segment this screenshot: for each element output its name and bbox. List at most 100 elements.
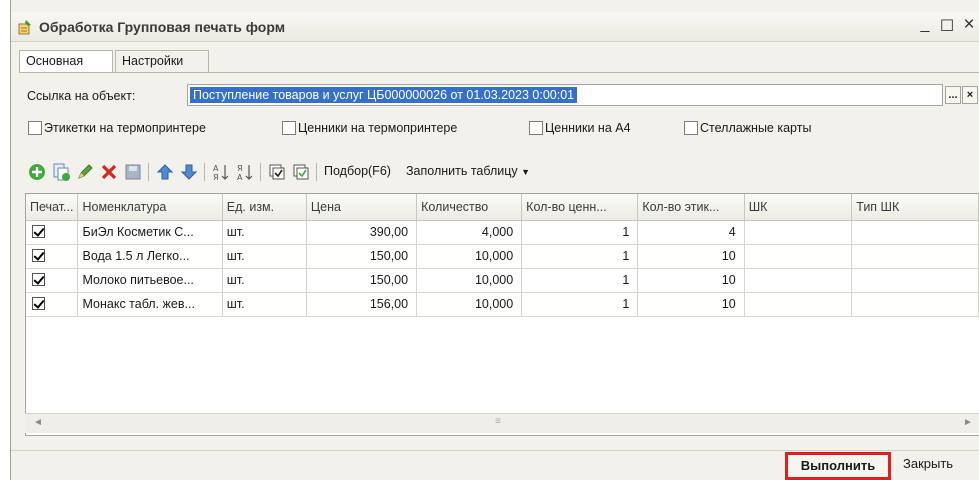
select-object-button[interactable]: ... xyxy=(945,86,961,104)
cell-price[interactable]: 150,00 xyxy=(306,268,418,293)
cell-labels[interactable]: 4 xyxy=(637,220,745,245)
select-all-icon[interactable] xyxy=(267,162,287,182)
object-link-label: Ссылка на объект: xyxy=(27,89,136,103)
copy-icon[interactable] xyxy=(51,162,71,182)
move-up-icon[interactable] xyxy=(155,162,175,182)
cell-price[interactable]: 150,00 xyxy=(306,244,418,269)
svg-text:Я: Я xyxy=(213,173,219,182)
tab-main[interactable]: Основная xyxy=(19,50,113,73)
print-checkbox[interactable] xyxy=(32,273,45,286)
scroll-right-icon[interactable]: ► xyxy=(963,417,973,428)
cell-nomenclature[interactable]: БиЭл Косметик С... xyxy=(77,220,223,245)
sort-asc-icon[interactable]: A Я xyxy=(211,162,231,182)
cell-quantity[interactable]: 4,000 xyxy=(416,220,523,245)
save-icon[interactable] xyxy=(123,162,143,182)
clear-object-button[interactable]: × xyxy=(962,86,978,104)
toolbar-separator xyxy=(316,163,317,181)
sort-desc-icon[interactable]: Я A xyxy=(235,162,255,182)
cell-price[interactable]: 156,00 xyxy=(306,292,418,317)
cell-nomenclature[interactable]: Вода 1.5 л Легко... xyxy=(77,244,223,269)
title-bar: Обработка Групповая печать форм _ ☐ × xyxy=(11,12,979,42)
cell-unit[interactable]: шт. xyxy=(222,244,307,269)
object-link-value: Поступление товаров и услуг ЦБ000000026 … xyxy=(190,87,578,103)
option-a4-price-tags[interactable]: Ценники на А4 xyxy=(529,121,631,139)
cell-price-tags[interactable]: 1 xyxy=(521,244,639,269)
table-row[interactable]: БиЭл Косметик С... шт. 390,00 4,000 1 4 xyxy=(26,220,979,245)
print-checkbox[interactable] xyxy=(32,225,45,238)
column-header-price-tags[interactable]: Кол-во ценн... xyxy=(521,194,639,221)
option-thermo-labels[interactable]: Этикетки на термопринтере xyxy=(28,121,206,139)
fill-table-button[interactable]: Заполнить таблицу ▼ xyxy=(406,164,530,178)
processing-icon xyxy=(18,20,31,35)
cell-price[interactable]: 390,00 xyxy=(306,220,418,245)
run-button[interactable]: Выполнить xyxy=(785,452,891,480)
cell-unit[interactable]: шт. xyxy=(222,268,307,293)
cell-price-tags[interactable]: 1 xyxy=(521,292,639,317)
cell-barcode[interactable] xyxy=(744,268,853,293)
svg-text:A: A xyxy=(237,173,243,182)
checkbox[interactable] xyxy=(282,121,296,135)
cell-barcode[interactable] xyxy=(744,244,853,269)
column-header-print[interactable]: Печат... xyxy=(26,194,79,221)
cell-unit[interactable]: шт. xyxy=(222,220,307,245)
tab-divider xyxy=(19,72,979,73)
checkbox[interactable] xyxy=(684,121,698,135)
column-header-nomenclature[interactable]: Номенклатура xyxy=(77,194,223,221)
cell-nomenclature[interactable]: Молоко питьевое... xyxy=(77,268,223,293)
processing-window: Обработка Групповая печать форм _ ☐ × Ос… xyxy=(10,0,979,480)
toolbar-separator xyxy=(260,163,261,181)
cell-price-tags[interactable]: 1 xyxy=(521,268,639,293)
footer-divider xyxy=(11,450,979,451)
table-row[interactable]: Вода 1.5 л Легко... шт. 150,00 10,000 1 … xyxy=(26,244,979,269)
option-thermo-price-tags[interactable]: Ценники на термопринтере xyxy=(282,121,457,139)
cell-barcode-type[interactable] xyxy=(851,292,979,317)
cell-barcode[interactable] xyxy=(744,220,853,245)
delete-icon[interactable] xyxy=(99,162,119,182)
svg-text:Я: Я xyxy=(237,164,243,173)
cell-unit[interactable]: шт. xyxy=(222,292,307,317)
table-row[interactable]: Молоко питьевое... шт. 150,00 10,000 1 1… xyxy=(26,268,979,293)
pick-button[interactable]: Подбор(F6) xyxy=(324,164,391,178)
window-title: Обработка Групповая печать форм xyxy=(39,19,286,35)
cell-quantity[interactable]: 10,000 xyxy=(416,268,523,293)
svg-text:A: A xyxy=(213,164,219,173)
horizontal-scrollbar[interactable]: ◄ ≡ ► xyxy=(25,413,979,433)
cell-barcode-type[interactable] xyxy=(851,244,979,269)
checkbox[interactable] xyxy=(529,121,543,135)
column-header-barcode[interactable]: ШК xyxy=(744,194,853,221)
option-shelf-cards[interactable]: Стеллажные карты xyxy=(684,121,811,139)
minimize-button[interactable]: _ xyxy=(915,16,935,34)
cell-labels[interactable]: 10 xyxy=(637,268,745,293)
object-link-field[interactable]: Поступление товаров и услуг ЦБ000000026 … xyxy=(187,84,943,106)
cell-labels[interactable]: 10 xyxy=(637,292,745,317)
scroll-thumb-grip-icon[interactable]: ≡ xyxy=(495,416,501,427)
cell-barcode-type[interactable] xyxy=(851,220,979,245)
cell-barcode-type[interactable] xyxy=(851,268,979,293)
cell-barcode[interactable] xyxy=(744,292,853,317)
edit-icon[interactable] xyxy=(75,162,95,182)
cell-quantity[interactable]: 10,000 xyxy=(416,292,523,317)
close-button[interactable]: Закрыть xyxy=(903,456,953,471)
print-checkbox[interactable] xyxy=(32,249,45,262)
deselect-all-icon[interactable] xyxy=(291,162,311,182)
add-icon[interactable] xyxy=(27,162,47,182)
cell-quantity[interactable]: 10,000 xyxy=(416,244,523,269)
checkbox[interactable] xyxy=(28,121,42,135)
table-header-row: Печат... Номенклатура Ед. изм. Цена Коли… xyxy=(26,194,979,221)
column-header-quantity[interactable]: Количество xyxy=(416,194,523,221)
scroll-left-icon[interactable]: ◄ xyxy=(33,417,43,428)
cell-labels[interactable]: 10 xyxy=(637,244,745,269)
goods-table: Печат... Номенклатура Ед. изм. Цена Коли… xyxy=(25,193,979,436)
close-window-button[interactable]: × xyxy=(959,14,979,36)
table-row[interactable]: Монакс табл. жев... шт. 156,00 10,000 1 … xyxy=(26,292,979,317)
cell-price-tags[interactable]: 1 xyxy=(521,220,639,245)
column-header-barcode-type[interactable]: Тип ШК xyxy=(851,194,979,221)
maximize-button[interactable]: ☐ xyxy=(937,16,957,36)
move-down-icon[interactable] xyxy=(179,162,199,182)
column-header-unit[interactable]: Ед. изм. xyxy=(222,194,307,221)
print-checkbox[interactable] xyxy=(32,297,45,310)
tab-settings[interactable]: Настройки xyxy=(115,50,209,72)
column-header-price[interactable]: Цена xyxy=(306,194,418,221)
cell-nomenclature[interactable]: Монакс табл. жев... xyxy=(77,292,223,317)
column-header-labels[interactable]: Кол-во этик... xyxy=(637,194,745,221)
